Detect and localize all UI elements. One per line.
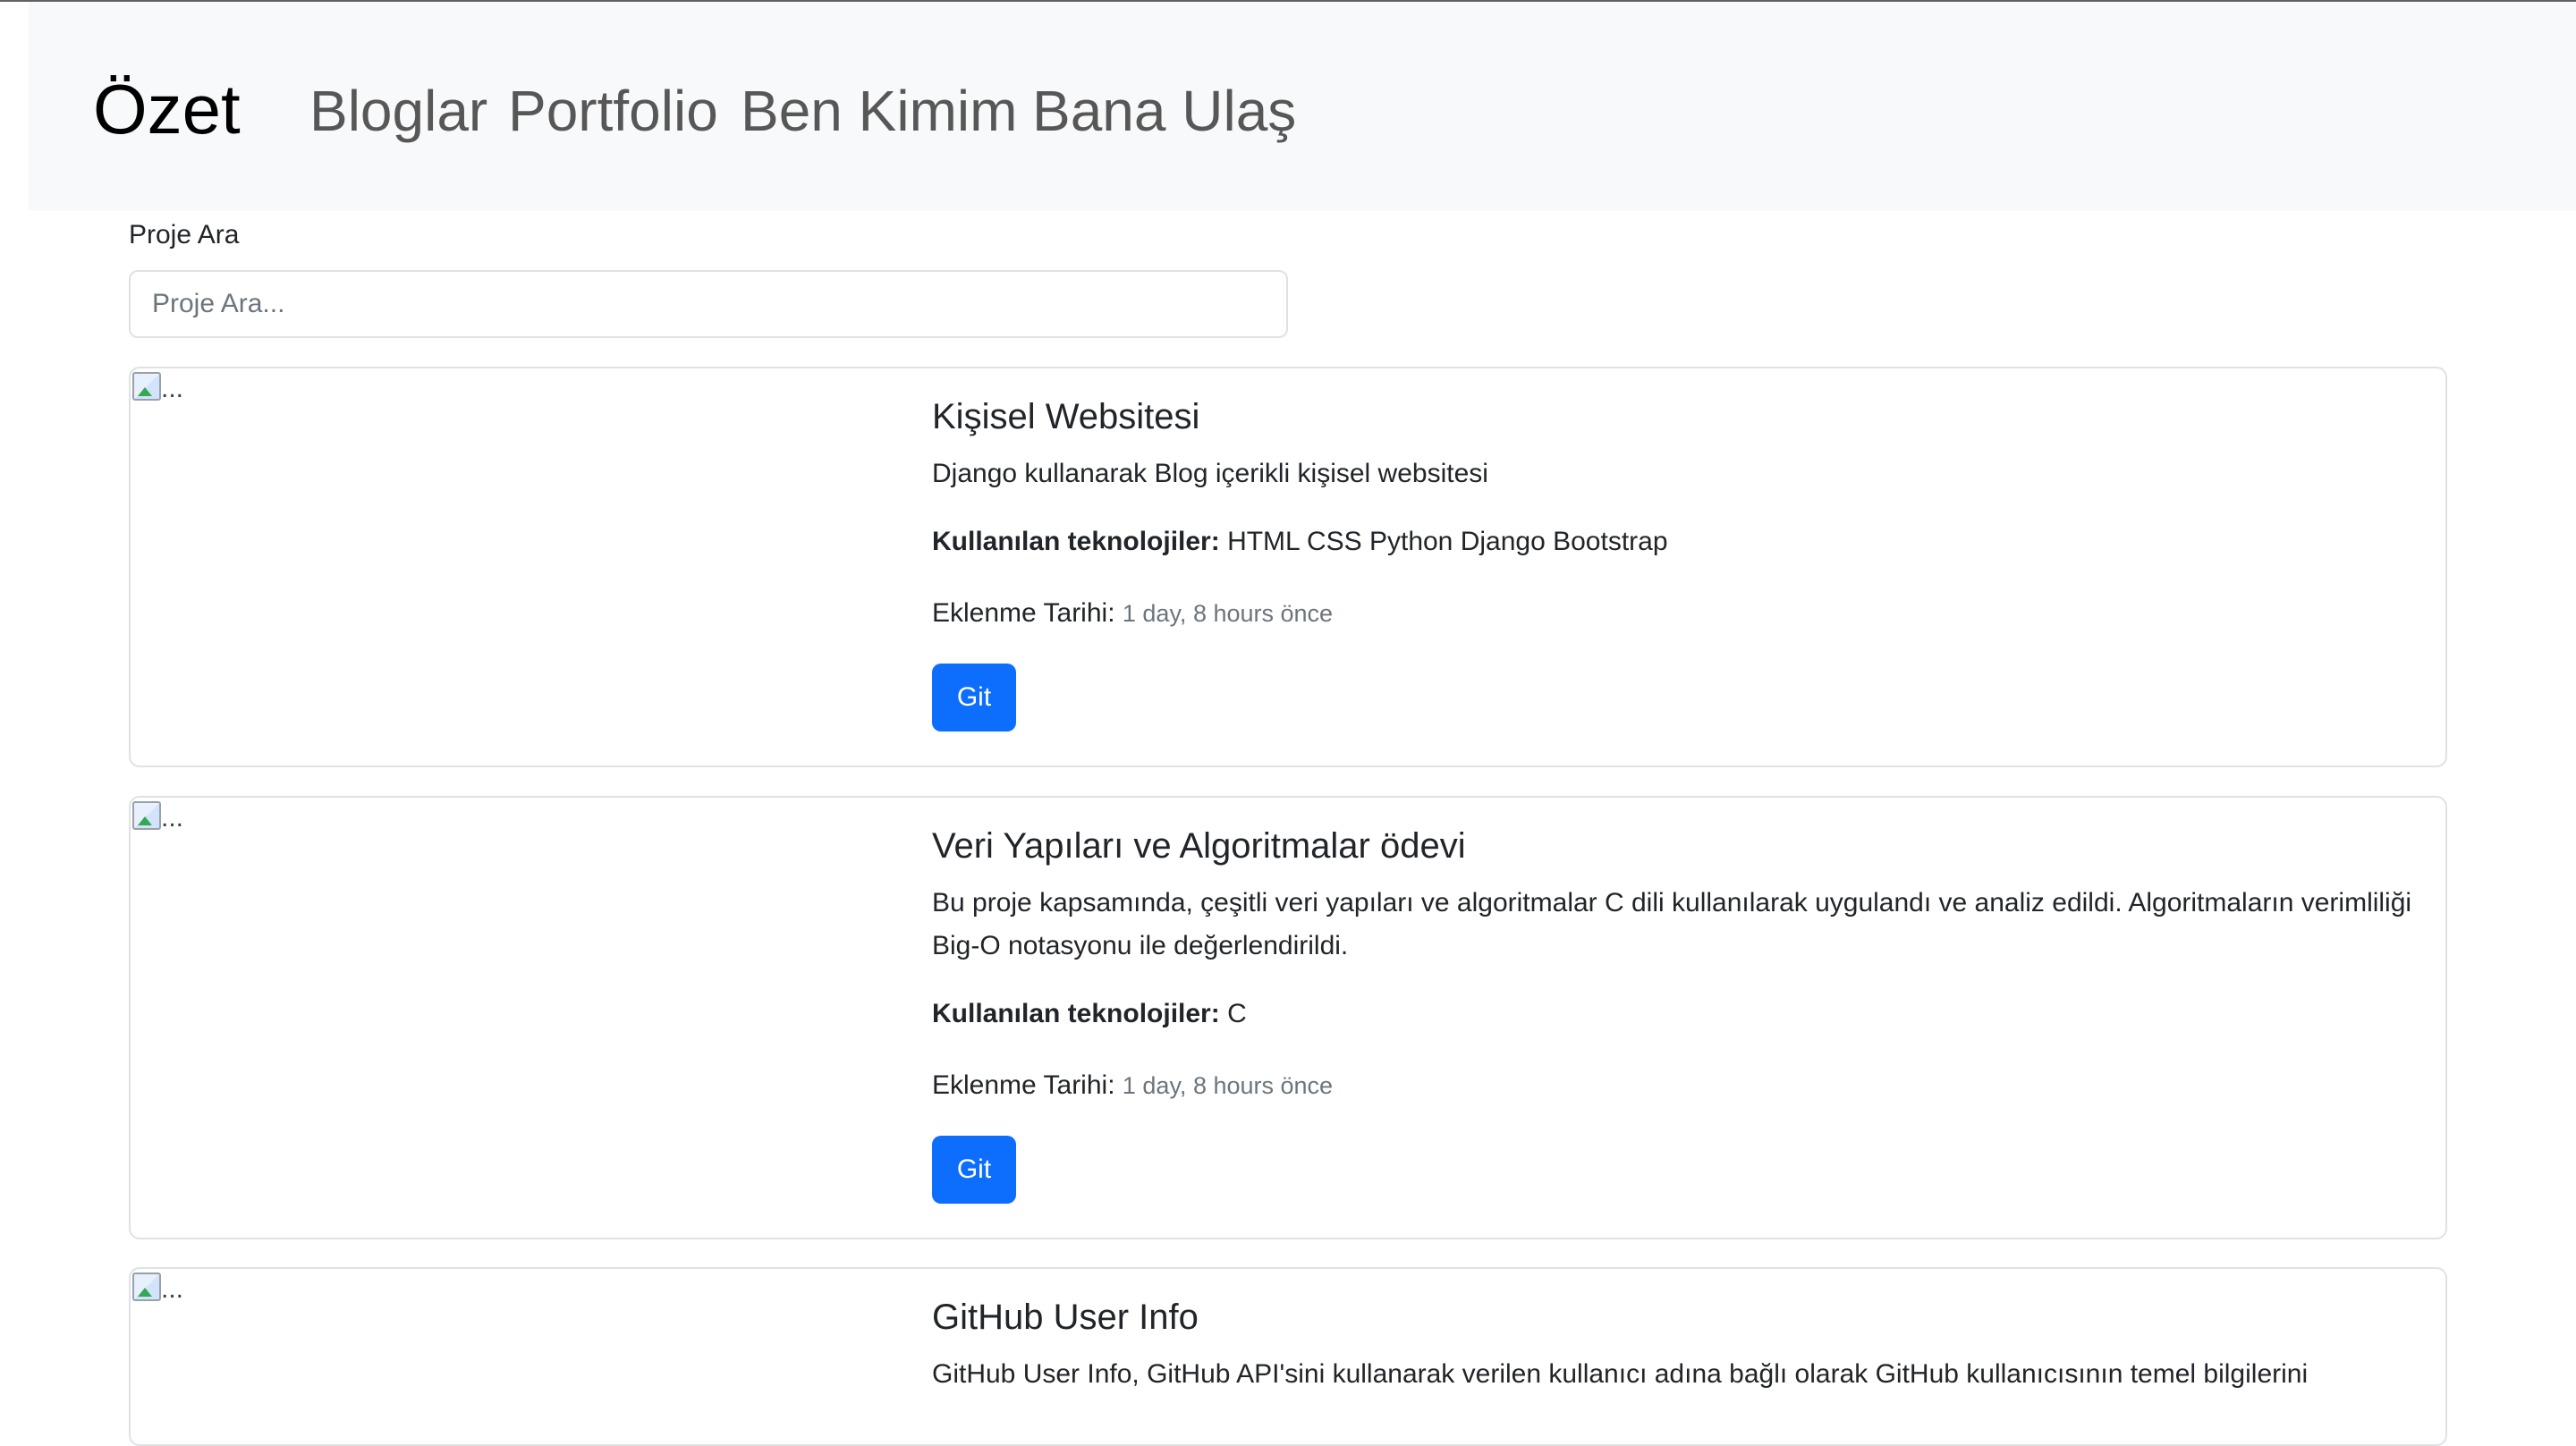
- tech-value: C: [1227, 999, 1247, 1028]
- tech-value: HTML CSS Python Django Bootstrap: [1227, 527, 1668, 556]
- project-description: Bu proje kapsamında, çeşitli veri yapıla…: [932, 888, 2412, 960]
- search-input[interactable]: [129, 270, 1288, 338]
- image-alt-text: ...: [161, 374, 184, 403]
- project-technologies: Kullanılan teknolojiler: C: [932, 993, 2426, 1036]
- tech-label: Kullanılan teknolojiler:: [932, 999, 1220, 1028]
- project-technologies: Kullanılan teknolojiler: HTML CSS Python…: [932, 520, 2426, 563]
- nav-link-bloglar[interactable]: Bloglar: [309, 73, 487, 148]
- project-image: ...: [131, 798, 918, 851]
- date-value: 1 day, 8 hours önce: [1122, 600, 1334, 627]
- project-card: ... Kişisel Websitesi Django kullanarak …: [129, 367, 2447, 767]
- project-description: GitHub User Info, GitHub API'sini kullan…: [932, 1359, 2309, 1389]
- date-label: Eklenme Tarihi:: [932, 1070, 1115, 1100]
- card-body: GitHub User Info GitHub User Info, GitHu…: [932, 1292, 2426, 1421]
- image-alt-text: ...: [161, 803, 184, 833]
- search-label: Proje Ara: [129, 220, 240, 249]
- git-button[interactable]: Git: [932, 1136, 1016, 1204]
- project-card: ... GitHub User Info GitHub User Info, G…: [129, 1267, 2447, 1446]
- project-card: ... Veri Yapıları ve Algoritmalar ödevi …: [129, 796, 2447, 1239]
- project-image: ...: [131, 1269, 918, 1323]
- card-body: Veri Yapıları ve Algoritmalar ödevi Bu p…: [932, 821, 2426, 1204]
- project-image: ...: [131, 368, 918, 422]
- git-button[interactable]: Git: [932, 664, 1016, 731]
- broken-image-icon: [132, 801, 161, 830]
- broken-image-icon: [132, 372, 161, 401]
- date-label: Eklenme Tarihi:: [932, 598, 1115, 628]
- project-title: Kişisel Websitesi: [932, 397, 1200, 436]
- broken-image-icon: [132, 1273, 161, 1301]
- project-date: Eklenme Tarihi: 1 day, 8 hours önce: [932, 1064, 2426, 1107]
- project-description: Django kullanarak Blog içerikli kişisel …: [932, 459, 1488, 488]
- brand-link[interactable]: Özet: [93, 64, 241, 154]
- tech-label: Kullanılan teknolojiler:: [932, 527, 1220, 556]
- nav-link-ben-kimim[interactable]: Ben Kimim: [741, 73, 1017, 148]
- navbar: Özet Bloglar Portfolio Ben Kimim Bana Ul…: [29, 2, 2576, 211]
- card-body: Kişisel Websitesi Django kullanarak Blog…: [932, 392, 2426, 731]
- image-alt-text: ...: [161, 1274, 184, 1304]
- nav-link-portfolio[interactable]: Portfolio: [508, 73, 718, 148]
- project-title: Veri Yapıları ve Algoritmalar ödevi: [932, 826, 1466, 866]
- date-value: 1 day, 8 hours önce: [1122, 1072, 1334, 1099]
- nav-link-bana-ulas[interactable]: Bana Ulaş: [1032, 73, 1296, 148]
- project-date: Eklenme Tarihi: 1 day, 8 hours önce: [932, 592, 2426, 635]
- project-title: GitHub User Info: [932, 1298, 1199, 1337]
